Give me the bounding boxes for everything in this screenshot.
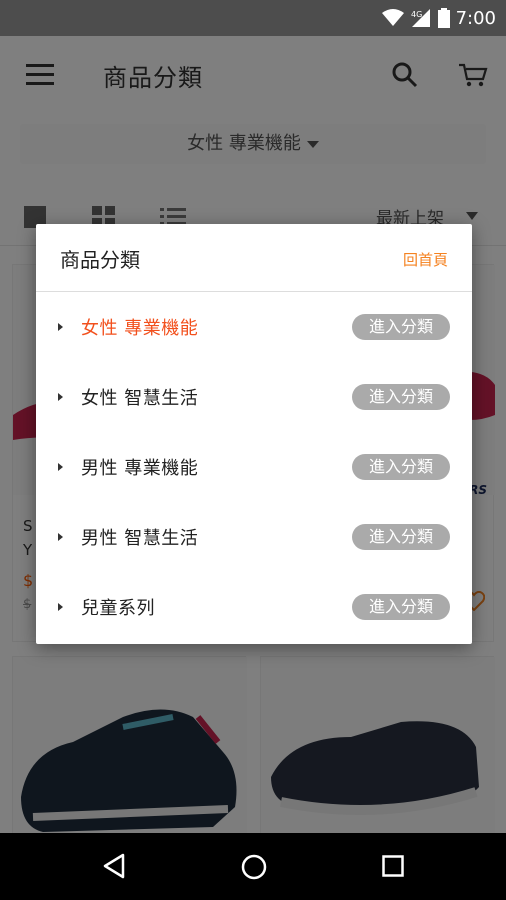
wifi-icon — [381, 9, 404, 26]
battery-icon — [437, 8, 450, 28]
caret-right-icon — [58, 463, 63, 471]
category-item[interactable]: 男性 專業機能 進入分類 — [36, 432, 472, 502]
dialog-title: 商品分類 — [60, 248, 140, 272]
enter-category-button[interactable]: 進入分類 — [352, 314, 450, 340]
category-item[interactable]: 女性 專業機能 進入分類 — [36, 292, 472, 362]
enter-category-button[interactable]: 進入分類 — [352, 524, 450, 550]
enter-category-button[interactable]: 進入分類 — [352, 454, 450, 480]
category-label: 男性 智慧生活 — [81, 528, 199, 549]
back-icon[interactable] — [102, 853, 126, 879]
category-label: 男性 專業機能 — [81, 458, 199, 479]
caret-right-icon — [58, 323, 63, 331]
enter-category-button[interactable]: 進入分類 — [352, 594, 450, 620]
home-icon[interactable] — [241, 854, 267, 880]
category-label: 兒童系列 — [81, 598, 155, 619]
caret-right-icon — [58, 393, 63, 401]
category-item[interactable]: 男性 智慧生活 進入分類 — [36, 502, 472, 572]
caret-right-icon — [58, 533, 63, 541]
status-bar: 4G 7:00 — [0, 0, 506, 36]
status-icons: 4G 7:00 — [381, 6, 496, 30]
category-dialog: 商品分類 回首頁 女性 專業機能 進入分類 女性 智慧生活 進入分類 男性 專業… — [36, 224, 472, 644]
cell-signal-icon: 4G — [411, 9, 430, 27]
svg-text:4G: 4G — [411, 10, 422, 19]
recents-icon[interactable] — [382, 855, 404, 877]
category-label: 女性 智慧生活 — [81, 388, 199, 409]
caret-right-icon — [58, 603, 63, 611]
dialog-header: 商品分類 回首頁 — [36, 224, 472, 292]
home-link[interactable]: 回首頁 — [403, 249, 448, 270]
category-item[interactable]: 女性 智慧生活 進入分類 — [36, 362, 472, 432]
category-item[interactable]: 兒童系列 進入分類 — [36, 572, 472, 642]
system-nav-bar — [0, 833, 506, 900]
enter-category-button[interactable]: 進入分類 — [352, 384, 450, 410]
clock: 7:00 — [455, 7, 496, 29]
category-label: 女性 專業機能 — [81, 318, 199, 339]
